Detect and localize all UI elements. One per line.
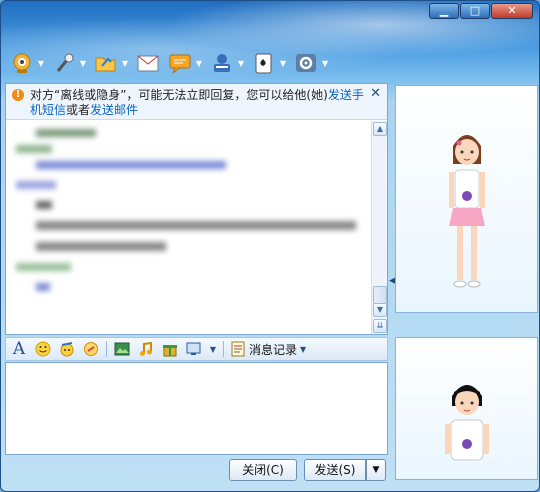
image-icon[interactable]	[113, 340, 131, 358]
scroll-down-icon[interactable]: ▼	[373, 303, 387, 317]
emoticon-icon[interactable]	[34, 340, 52, 358]
game-tool[interactable]: ▼	[251, 49, 287, 77]
contact-tool[interactable]: ▼	[209, 49, 245, 77]
scroll-up-icon[interactable]: ▲	[373, 122, 387, 136]
blurred-message	[16, 181, 361, 209]
chevron-down-icon[interactable]: ▼	[195, 59, 203, 68]
male-avatar	[444, 385, 489, 461]
notice-or-text: 或者	[66, 103, 91, 117]
info-icon: !	[12, 89, 24, 101]
shake-icon[interactable]	[82, 340, 100, 358]
chat-scrollbar[interactable]: ▲ ▼ ⇊	[371, 121, 387, 334]
main-toolbar: ▼ ▼ ▼ ▼ ▼ ▼ ▼	[9, 48, 329, 78]
female-avatar	[448, 135, 485, 288]
voice-tool[interactable]: ▼	[51, 49, 87, 77]
close-window-button[interactable]: ✕	[491, 3, 533, 19]
file-tool[interactable]: ▼	[93, 49, 129, 77]
font-icon[interactable]: A	[10, 339, 28, 359]
scroll-thumb[interactable]	[373, 286, 387, 304]
chevron-down-icon[interactable]: ▼	[237, 59, 245, 68]
message-list	[6, 121, 371, 334]
message-history-button[interactable]: 消息记录 ▼	[230, 341, 306, 358]
notice-text: 对方“离线或隐身”，可能无法立即回复，您可以给他(她)	[30, 88, 328, 102]
settings-tool[interactable]: ▼	[293, 49, 329, 77]
close-button[interactable]: 关闭(C)	[229, 459, 297, 481]
gift-icon[interactable]	[161, 340, 179, 358]
send-button[interactable]: 发送(S)	[304, 459, 366, 481]
message-icon	[167, 51, 193, 75]
contact-avatar-panel	[395, 85, 538, 313]
format-toolbar: A ▼ 消息记录 ▼	[5, 337, 388, 361]
chevron-down-icon[interactable]: ▼	[279, 59, 287, 68]
font-glyph: A	[12, 339, 26, 359]
microphone-icon	[51, 51, 77, 75]
music-icon[interactable]	[137, 340, 155, 358]
my-avatar-panel	[395, 337, 538, 480]
chevron-down-icon[interactable]: ▼	[321, 59, 329, 68]
blurred-message	[16, 221, 361, 251]
message-textarea[interactable]	[6, 363, 387, 454]
sms-tool[interactable]: ▼	[167, 49, 203, 77]
screenshot-icon[interactable]	[185, 340, 203, 358]
chat-window: ▁ □ ✕ ▼ ▼ ▼ ▼ ▼ ▼ ▼ ! 对方“离线或隐身”，可能无法立即回复…	[0, 0, 540, 492]
email-tool[interactable]	[135, 49, 161, 77]
message-input[interactable]	[5, 362, 388, 455]
webcam-icon	[9, 51, 35, 75]
history-label: 消息记录	[249, 342, 298, 357]
maximize-button[interactable]: □	[460, 3, 490, 19]
blurred-message	[16, 263, 361, 291]
scroll-end-icon[interactable]: ⇊	[373, 319, 387, 333]
blurred-message	[16, 129, 361, 169]
chat-history: ! 对方“离线或隐身”，可能无法立即回复，您可以给他(她)发送手机短信或者发送邮…	[5, 83, 388, 335]
folder-icon	[93, 51, 119, 75]
video-tool[interactable]: ▼	[9, 49, 45, 77]
chevron-down-icon[interactable]: ▼	[37, 59, 45, 68]
contact-card-icon	[209, 51, 235, 75]
chevron-down-icon[interactable]: ▼	[121, 59, 129, 68]
close-notice-icon[interactable]: ✕	[370, 86, 381, 101]
mail-icon	[135, 51, 161, 75]
chevron-down-icon: ▼	[300, 344, 307, 354]
gear-icon	[293, 51, 319, 75]
offline-notice: ! 对方“离线或隐身”，可能无法立即回复，您可以给他(她)发送手机短信或者发送邮…	[6, 84, 387, 120]
window-controls: ▁ □ ✕	[429, 3, 533, 19]
divider	[223, 341, 224, 357]
chevron-down-icon[interactable]: ▼	[209, 345, 217, 354]
cards-icon	[251, 51, 277, 75]
send-email-link[interactable]: 发送邮件	[90, 103, 138, 117]
minimize-button[interactable]: ▁	[429, 3, 459, 19]
divider	[106, 341, 107, 357]
send-options-button[interactable]: ▼	[366, 459, 386, 481]
history-icon	[231, 341, 245, 357]
chevron-down-icon[interactable]: ▼	[79, 59, 87, 68]
magic-emoticon-icon[interactable]	[58, 340, 76, 358]
